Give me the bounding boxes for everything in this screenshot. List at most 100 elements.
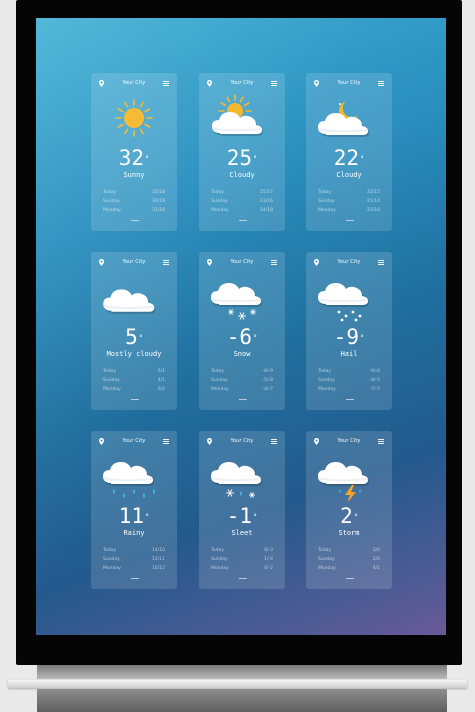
card-header: Your City [91, 258, 177, 268]
forecast-row: Today 5/1 [103, 369, 165, 378]
temperature: 32° [118, 146, 150, 170]
weather-card-rainy[interactable]: Your City 11° Rainy Today 14/10 Sunday 12/1… [91, 431, 177, 589]
forecast-day: Today [103, 548, 117, 553]
temperature: 2° [340, 504, 358, 528]
more-indicator[interactable] [131, 220, 139, 221]
weather-card-sunny[interactable]: Your City 32° Sunny Today 32/18 Sunday 30/1… [91, 73, 177, 231]
weather-card-mostly-cloudy[interactable]: Your City 5° Mostly cloudy Today 5/1 Sunda… [91, 252, 177, 410]
forecast-temp: 32/18 [152, 190, 165, 195]
forecast-row: Monday 0/-2 [211, 566, 273, 575]
monitor-stand-neck [37, 665, 447, 679]
forecast-day: Today [318, 369, 332, 374]
forecast-temp: -4/-7 [262, 387, 274, 392]
forecast-list: Today 14/10 Sunday 12/11 Monday 10/12 [103, 548, 165, 575]
more-indicator[interactable] [239, 220, 247, 221]
more-indicator[interactable] [346, 399, 354, 400]
forecast-day: Monday [211, 208, 229, 213]
forecast-day: Monday [103, 387, 121, 392]
forecast-row: Sunday 12/11 [103, 557, 165, 566]
menu-icon[interactable] [271, 81, 277, 86]
more-indicator[interactable] [346, 220, 354, 221]
menu-icon[interactable] [163, 260, 169, 265]
forecast-day: Sunday [318, 378, 335, 383]
condition-label: Sunny [123, 171, 145, 179]
forecast-day: Today [318, 190, 332, 195]
forecast-row: Sunday -5/-8 [211, 378, 273, 387]
forecast-row: Sunday 1/-4 [211, 557, 273, 566]
forecast-day: Sunday [318, 199, 335, 204]
forecast-row: Sunday 2/0 [318, 557, 380, 566]
menu-icon[interactable] [271, 439, 277, 444]
forecast-day: Monday [318, 566, 336, 571]
weather-card-storm[interactable]: Your City 2° Storm Today 3/0 Sunday 2/0 Mond… [306, 431, 392, 589]
forecast-day: Sunday [103, 378, 120, 383]
forecast-day: Sunday [318, 557, 335, 562]
forecast-temp: 3/0 [372, 548, 380, 553]
menu-icon[interactable] [378, 439, 384, 444]
rain-cloud-icon [91, 451, 177, 501]
forecast-temp: 1/-4 [264, 557, 273, 562]
monitor-frame: Your City 32° Sunny Today 32/18 Sunday 30/1… [16, 0, 462, 665]
forecast-row: Monday 4/1 [318, 566, 380, 575]
condition-label: Rainy [123, 529, 145, 537]
forecast-temp: 30/19 [152, 199, 165, 204]
weather-card-cloudy[interactable]: Your City 25° Cloudy Today 25/17 Sunday 23/… [199, 73, 285, 231]
menu-icon[interactable] [163, 439, 169, 444]
forecast-row: Sunday 30/19 [103, 199, 165, 208]
more-indicator[interactable] [346, 578, 354, 579]
weather-card-cloudy[interactable]: Your City 22° Cloudy Today 22/15 Sunday 21/… [306, 73, 392, 231]
forecast-row: Monday -7/-5 [318, 387, 380, 396]
forecast-list: Today 25/17 Sunday 23/16 Monday 24/18 [211, 190, 273, 217]
forecast-list: Today 0/-3 Sunday 1/-4 Monday 0/-2 [211, 548, 273, 575]
forecast-list: Today 3/0 Sunday 2/0 Monday 4/1 [318, 548, 380, 575]
forecast-row: Today 22/15 [318, 190, 380, 199]
forecast-row: Sunday 4/1 [103, 378, 165, 387]
forecast-temp: 21/14 [367, 199, 380, 204]
card-header: Your City [91, 437, 177, 447]
condition-label: Mostly cloudy [106, 350, 162, 358]
forecast-row: Sunday -8/-5 [318, 378, 380, 387]
menu-icon[interactable] [271, 260, 277, 265]
more-indicator[interactable] [239, 578, 247, 579]
card-header: Your City [306, 437, 392, 447]
forecast-day: Today [211, 369, 225, 374]
forecast-temp: 25/17 [260, 190, 273, 195]
card-header: Your City [91, 79, 177, 89]
display-screen: Your City 32° Sunny Today 32/18 Sunday 30/1… [36, 18, 446, 635]
condition-label: Cloudy [229, 171, 255, 179]
storm-cloud-icon [306, 451, 392, 503]
forecast-list: Today 5/1 Sunday 4/1 Monday 6/2 [103, 369, 165, 396]
forecast-temp: -6/-9 [262, 369, 274, 374]
forecast-row: Sunday 23/16 [211, 199, 273, 208]
weather-card-snow[interactable]: Your City -6° Snow Today -6/-9 Sunday -5/-8… [199, 252, 285, 410]
forecast-temp: 23/16 [260, 199, 273, 204]
monitor-stand-base [37, 689, 447, 712]
temperature: 25° [226, 146, 258, 170]
forecast-row: Sunday 21/14 [318, 199, 380, 208]
forecast-day: Monday [211, 566, 229, 571]
menu-icon[interactable] [378, 260, 384, 265]
more-indicator[interactable] [131, 578, 139, 579]
forecast-temp: 2/0 [372, 557, 380, 562]
weather-card-hail[interactable]: Your City -9° Hail Today -9/-6 Sunday -8/-5… [306, 252, 392, 410]
temperature: 11° [118, 504, 150, 528]
forecast-temp: 14/10 [152, 548, 165, 553]
more-indicator[interactable] [239, 399, 247, 400]
forecast-day: Today [318, 548, 332, 553]
more-indicator[interactable] [131, 399, 139, 400]
temperature: -1° [226, 504, 258, 528]
menu-icon[interactable] [378, 81, 384, 86]
forecast-day: Sunday [211, 199, 228, 204]
forecast-temp: 22/16 [367, 208, 380, 213]
cloud-icon [91, 272, 177, 322]
forecast-day: Monday [318, 387, 336, 392]
partly-cloudy-icon [199, 93, 285, 143]
forecast-temp: 31/18 [152, 208, 165, 213]
forecast-temp: 12/11 [152, 557, 165, 562]
temperature-value: 11 [118, 504, 145, 528]
weather-card-sleet[interactable]: Your City -1° Sleet Today 0/-3 Sunday 1/-4 M… [199, 431, 285, 589]
forecast-row: Monday 6/2 [103, 387, 165, 396]
temperature-value: 32 [118, 146, 145, 170]
moon-cloud-icon [306, 93, 392, 143]
menu-icon[interactable] [163, 81, 169, 86]
